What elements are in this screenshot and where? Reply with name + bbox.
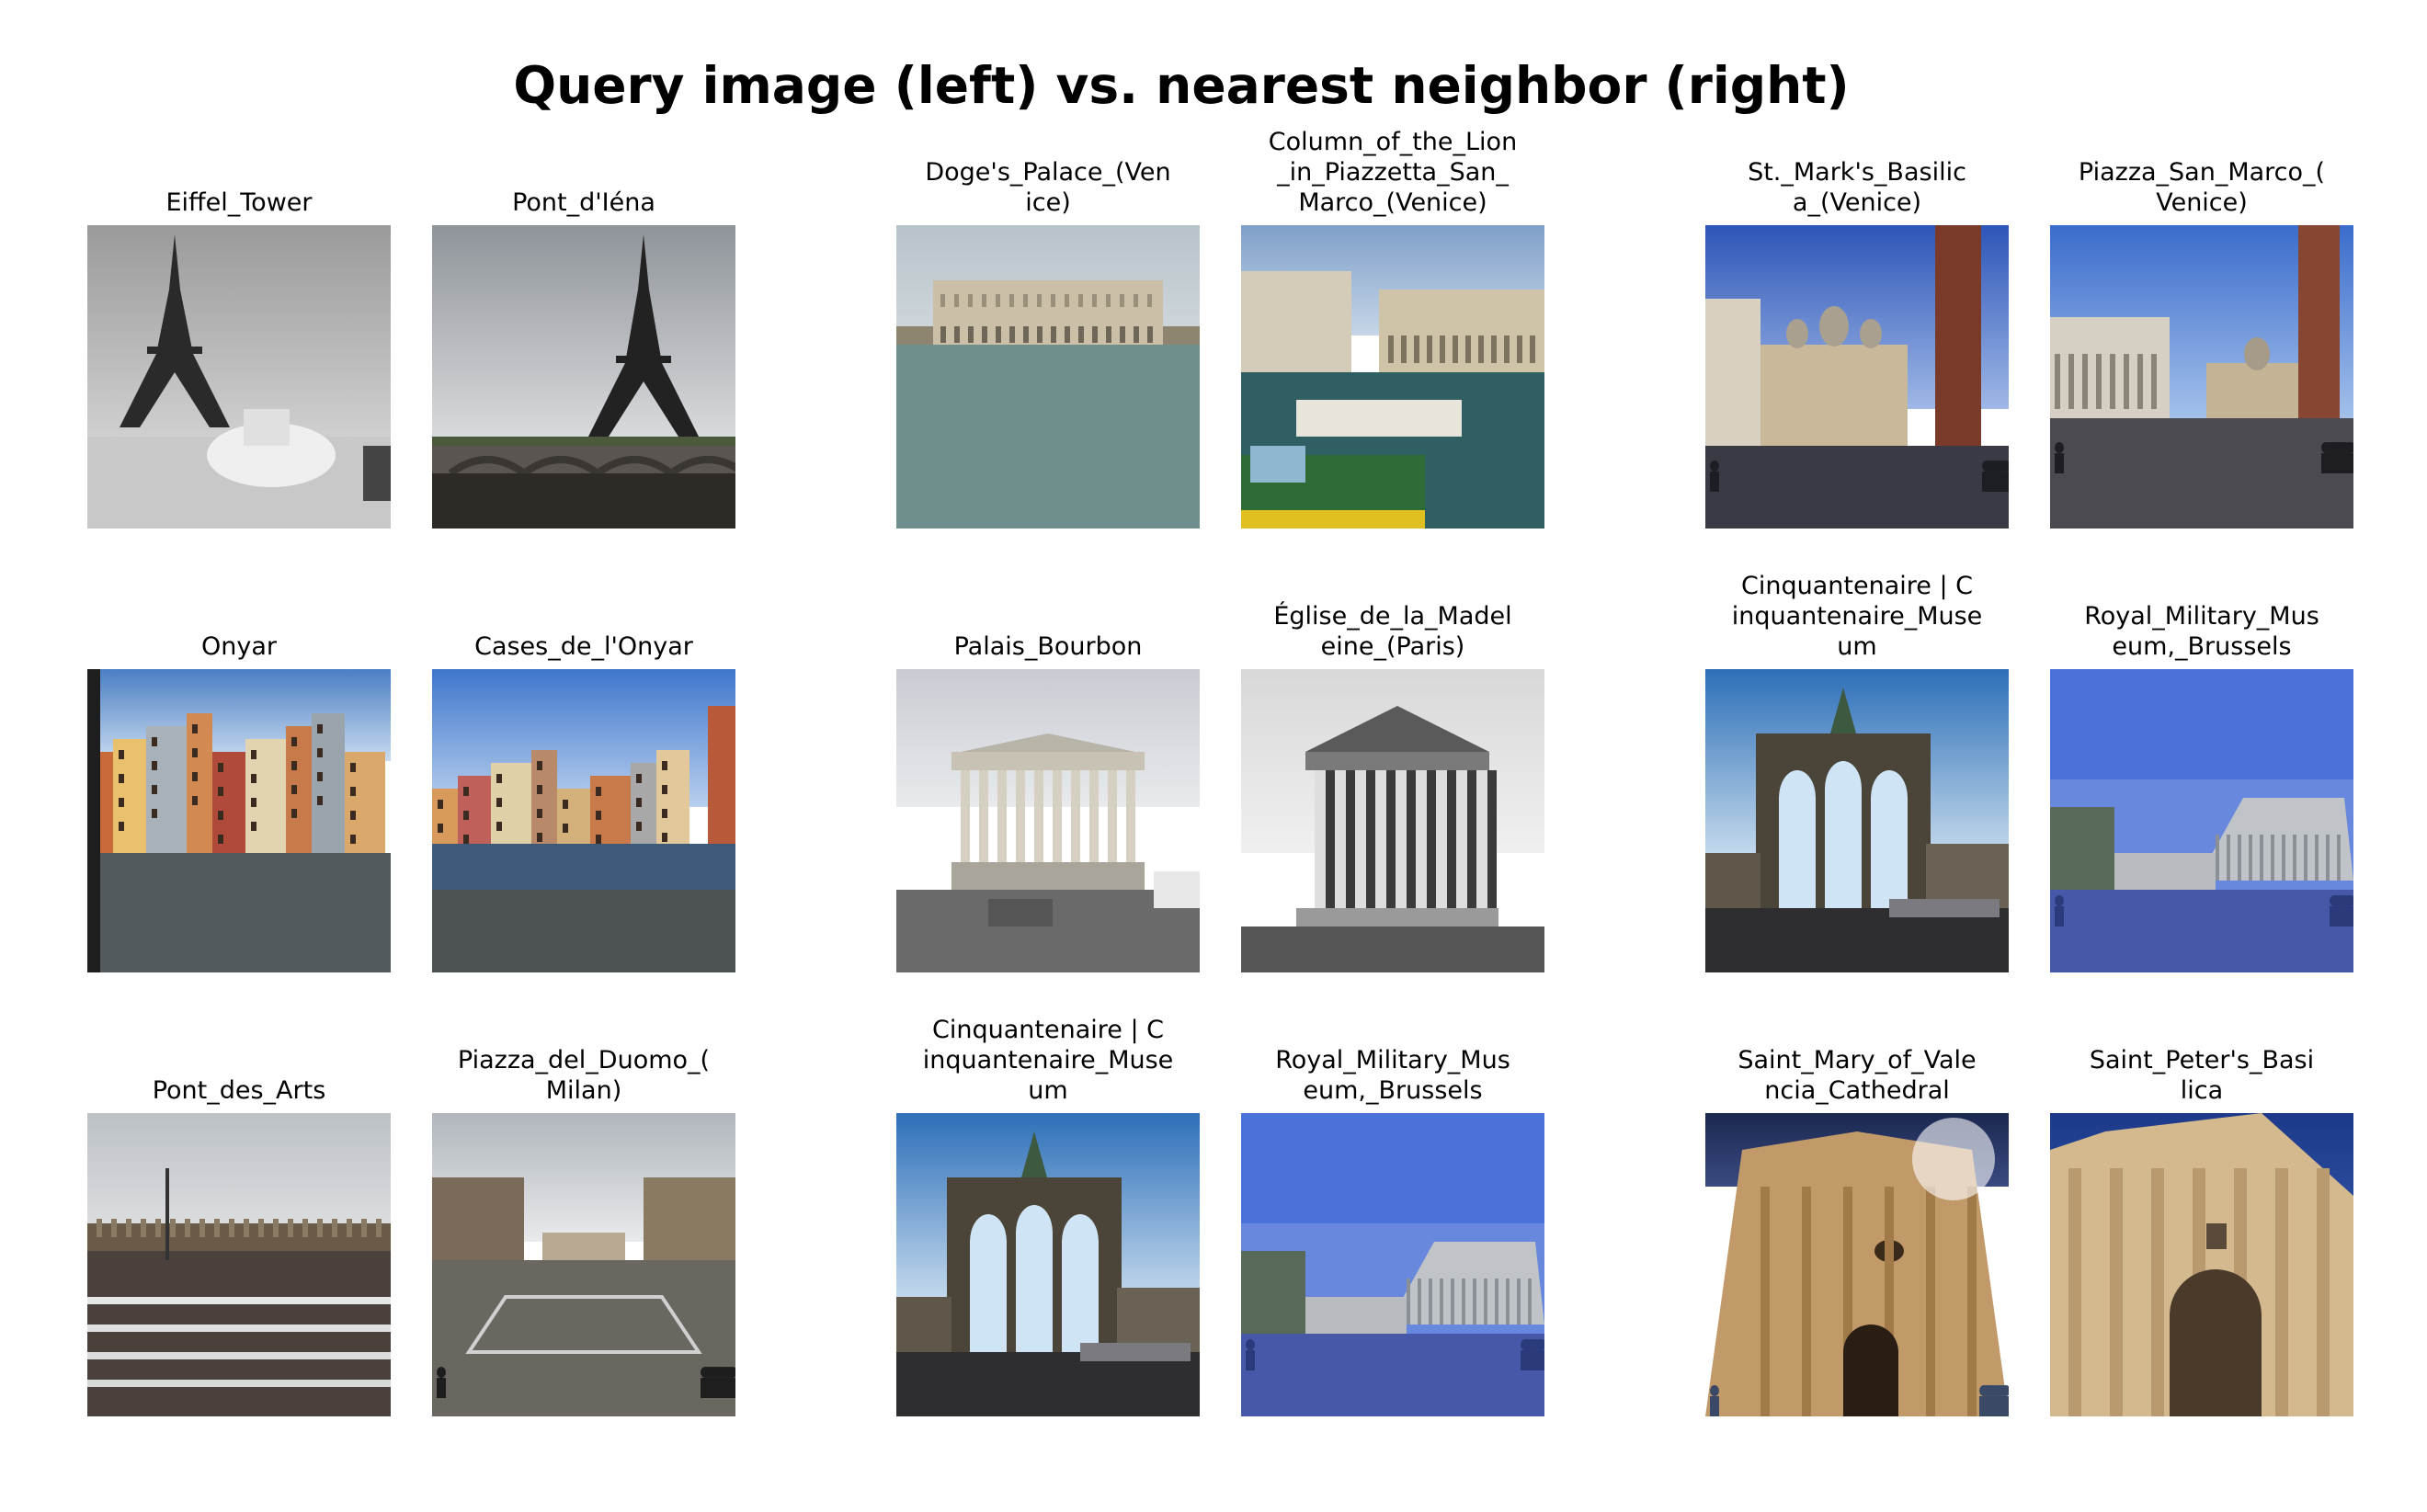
- neighbor-panel: Royal_Military_Mus eum,_Brussels: [1241, 1046, 1544, 1416]
- neighbor-label: Cases_de_l'Onyar: [474, 632, 693, 661]
- neighbor-panel: Pont_d'Iéna: [432, 188, 735, 529]
- neighbor-image: [1241, 225, 1544, 529]
- query-panel: St._Mark's_Basilic a_(Venice): [1705, 158, 2009, 529]
- neighbor-panel: Église_de_la_Madel eine_(Paris): [1241, 602, 1544, 972]
- neighbor-image: [1241, 1113, 1544, 1416]
- neighbor-image: [2050, 669, 2353, 972]
- neighbor-label: Saint_Peter's_Basi lica: [2089, 1046, 2315, 1105]
- neighbor-panel: Column_of_the_Lion _in_Piazzetta_San_ Ma…: [1241, 128, 1544, 529]
- query-image: [87, 669, 391, 972]
- query-label: Onyar: [201, 632, 277, 661]
- neighbor-image: [432, 669, 735, 972]
- neighbor-label: Pont_d'Iéna: [512, 188, 655, 217]
- neighbor-image: [2050, 1113, 2353, 1416]
- neighbor-image: [432, 1113, 735, 1416]
- neighbor-label: Column_of_the_Lion _in_Piazzetta_San_ Ma…: [1268, 128, 1518, 217]
- query-panel: Saint_Mary_of_Vale ncia_Cathedral: [1705, 1046, 2009, 1416]
- query-label: St._Mark's_Basilic a_(Venice): [1748, 158, 1966, 217]
- neighbor-image: [432, 225, 735, 529]
- query-panel: Cinquantenaire | C inquantenaire_Muse um: [1705, 572, 2009, 972]
- neighbor-label: Piazza_del_Duomo_( Milan): [457, 1046, 711, 1105]
- query-label: Cinquantenaire | C inquantenaire_Muse um: [1731, 572, 1983, 661]
- neighbor-panel: Piazza_San_Marco_( Venice): [2050, 158, 2353, 529]
- query-label: Cinquantenaire | C inquantenaire_Muse um: [922, 1016, 1174, 1105]
- query-image: [1705, 225, 2009, 529]
- query-panel: Palais_Bourbon: [896, 632, 1200, 972]
- figure-title: Query image (left) vs. nearest neighbor …: [513, 56, 1850, 115]
- neighbor-panel: Saint_Peter's_Basi lica: [2050, 1046, 2353, 1416]
- neighbor-image: [1241, 669, 1544, 972]
- query-label: Doge's_Palace_(Ven ice): [925, 158, 1171, 217]
- query-image: [87, 225, 391, 529]
- neighbor-panel: Cases_de_l'Onyar: [432, 632, 735, 972]
- query-panel: Doge's_Palace_(Ven ice): [896, 158, 1200, 529]
- query-image: [896, 225, 1200, 529]
- query-panel: Onyar: [87, 632, 391, 972]
- neighbor-panel: Piazza_del_Duomo_( Milan): [432, 1046, 735, 1416]
- neighbor-panel: Royal_Military_Mus eum,_Brussels: [2050, 602, 2353, 972]
- neighbor-label: Royal_Military_Mus eum,_Brussels: [2084, 602, 2319, 661]
- query-label: Eiffel_Tower: [165, 188, 313, 217]
- query-image: [1705, 669, 2009, 972]
- query-panel: Pont_des_Arts: [87, 1076, 391, 1416]
- neighbor-label: Royal_Military_Mus eum,_Brussels: [1275, 1046, 1510, 1105]
- neighbor-image: [2050, 225, 2353, 529]
- query-label: Palais_Bourbon: [953, 632, 1143, 661]
- query-image: [87, 1113, 391, 1416]
- neighbor-label: Église_de_la_Madel eine_(Paris): [1273, 602, 1512, 661]
- query-image: [1705, 1113, 2009, 1416]
- query-label: Pont_des_Arts: [152, 1076, 326, 1105]
- neighbor-label: Piazza_San_Marco_( Venice): [2078, 158, 2326, 217]
- query-label: Saint_Mary_of_Vale ncia_Cathedral: [1738, 1046, 1977, 1105]
- query-panel: Cinquantenaire | C inquantenaire_Muse um: [896, 1016, 1200, 1416]
- query-image: [896, 1113, 1200, 1416]
- query-panel: Eiffel_Tower: [87, 188, 391, 529]
- query-image: [896, 669, 1200, 972]
